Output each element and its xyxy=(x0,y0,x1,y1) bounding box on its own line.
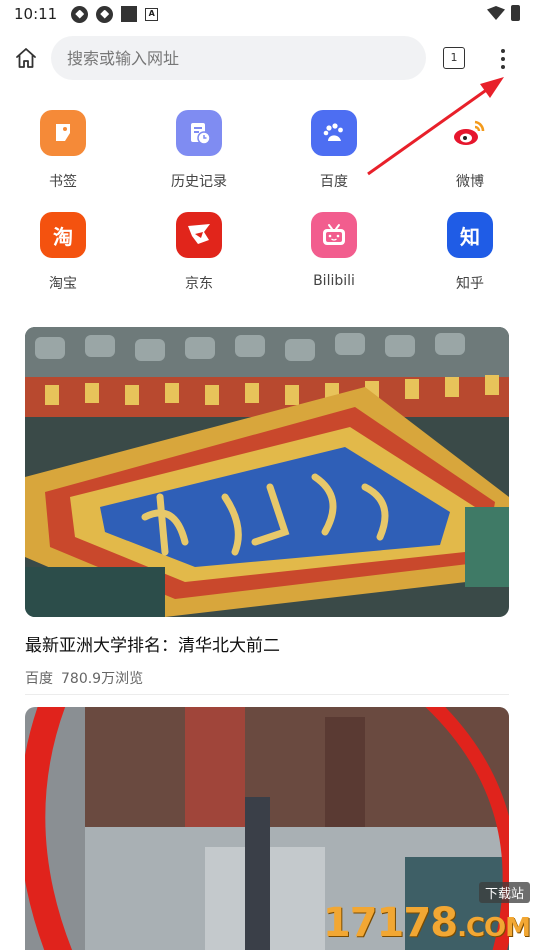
more-vert-icon xyxy=(501,49,505,53)
news-title: 最新亚洲大学排名：清华北大前二 xyxy=(25,636,280,656)
news-image xyxy=(25,707,509,950)
shortcut-label: 微博 xyxy=(456,174,484,190)
status-icons-right xyxy=(487,5,520,21)
news-meta: 百度 780.9万浏览 xyxy=(25,668,509,688)
search-bar[interactable] xyxy=(51,36,426,80)
baidu-paw-icon xyxy=(311,110,357,156)
news-views: 780.9万浏览 xyxy=(61,671,144,687)
news-source: 百度 xyxy=(25,671,53,687)
news-card[interactable] xyxy=(25,707,509,950)
shortcut-label: 知乎 xyxy=(456,276,484,292)
shortcut-baidu[interactable]: 百度 xyxy=(284,110,384,191)
status-bar: 10:11 A xyxy=(0,0,534,28)
stop-square-icon xyxy=(121,6,138,22)
shortcut-history[interactable]: 历史记录 xyxy=(149,110,249,191)
more-menu-button[interactable] xyxy=(490,42,516,76)
settings-sync-icon xyxy=(96,5,114,23)
bilibili-tv-icon xyxy=(311,212,357,258)
jd-dog-icon xyxy=(176,212,222,258)
taobao-icon: 淘 xyxy=(40,212,86,258)
wifi-icon xyxy=(487,6,505,20)
street-scene-image xyxy=(25,707,509,950)
status-time: 10:11 xyxy=(14,5,58,23)
shortcut-bilibili[interactable]: Bilibili xyxy=(284,212,384,289)
divider xyxy=(25,694,509,695)
shortcut-label: 京东 xyxy=(185,276,213,292)
tab-switcher-button[interactable]: 1 xyxy=(443,47,465,69)
history-icon xyxy=(176,110,222,156)
home-icon xyxy=(16,48,36,68)
news-card[interactable]: 最新亚洲大学排名：清华北大前二 百度 780.9万浏览 xyxy=(25,327,509,688)
shortcut-bookmarks[interactable]: 书签 xyxy=(13,110,113,191)
top-bar: 1 xyxy=(0,34,534,82)
shortcut-jd[interactable]: 京东 xyxy=(149,212,249,293)
peking-university-gate-image xyxy=(25,327,509,617)
shortcut-taobao[interactable]: 淘 淘宝 xyxy=(13,212,113,293)
shortcut-weibo[interactable]: 微博 xyxy=(420,110,520,191)
shortcut-label: 历史记录 xyxy=(171,174,227,190)
shortcut-label: 淘宝 xyxy=(49,276,77,292)
more-vert-icon-dot xyxy=(501,65,505,69)
settings-sync-icon xyxy=(71,5,89,23)
status-icons-left: A xyxy=(71,5,159,23)
news-image xyxy=(25,327,509,617)
more-vert-icon-dot xyxy=(501,57,505,61)
shortcut-label: 百度 xyxy=(320,174,348,190)
shortcut-label: 书签 xyxy=(49,174,77,190)
bookmark-icon xyxy=(40,110,86,156)
shortcut-label: Bilibili xyxy=(313,273,355,289)
home-button[interactable] xyxy=(10,42,42,74)
shortcut-zhihu[interactable]: 知 知乎 xyxy=(420,212,520,293)
zhihu-icon: 知 xyxy=(447,212,493,258)
a-badge-icon: A xyxy=(145,7,159,21)
search-input[interactable] xyxy=(67,48,426,68)
battery-charging-icon xyxy=(511,5,520,21)
weibo-icon xyxy=(447,110,493,156)
